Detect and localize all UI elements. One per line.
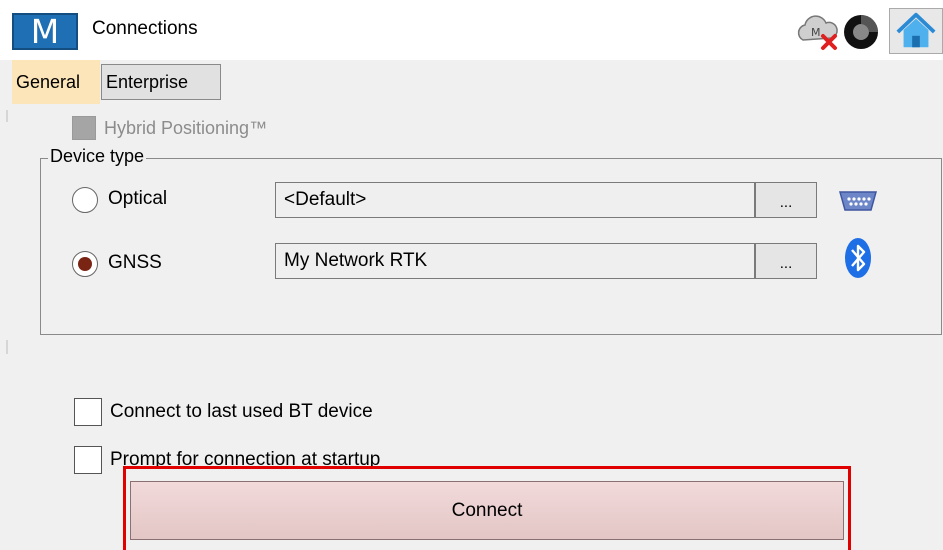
radio-optical-button[interactable] <box>72 187 98 213</box>
prompt-startup-checkbox[interactable] <box>74 446 102 474</box>
tab-enterprise[interactable]: Enterprise <box>101 64 221 100</box>
divider <box>6 110 8 122</box>
connect-button[interactable]: Connect <box>130 481 844 540</box>
hybrid-positioning-label: Hybrid Positioning™ <box>104 118 268 138</box>
title-bar: M Connections M <box>0 0 943 60</box>
serial-port-icon <box>839 191 877 211</box>
optical-browse-button[interactable]: ... <box>755 182 817 218</box>
connect-last-bt-label: Connect to last used BT device <box>110 401 373 422</box>
gnss-browse-button[interactable]: ... <box>755 243 817 279</box>
divider <box>6 340 8 354</box>
radio-optical-label: Optical <box>108 188 168 209</box>
hybrid-checkbox-box <box>72 116 96 140</box>
home-icon <box>896 12 936 48</box>
radio-gnss[interactable]: GNSS <box>72 248 272 280</box>
connect-last-bt-checkbox[interactable] <box>74 398 102 426</box>
page-title: Connections <box>92 18 198 39</box>
tab-general[interactable]: General <box>12 60 100 104</box>
app-menu-button[interactable]: M <box>12 13 78 50</box>
radio-optical[interactable]: Optical <box>72 184 272 216</box>
home-button[interactable] <box>889 8 943 54</box>
cloud-badge-text: M <box>811 26 821 39</box>
hybrid-positioning-checkbox: Hybrid Positioning™ <box>72 116 267 140</box>
radio-gnss-label: GNSS <box>108 252 162 273</box>
status-icons: M <box>793 8 943 54</box>
cloud-disconnected-icon[interactable]: M <box>793 12 843 52</box>
sync-status-icon[interactable] <box>841 12 881 52</box>
device-type-legend: Device type <box>48 146 147 167</box>
optical-device-field[interactable]: <Default> <box>275 182 755 218</box>
bluetooth-icon <box>845 238 871 278</box>
gnss-device-field[interactable]: My Network RTK <box>275 243 755 279</box>
radio-gnss-button[interactable] <box>72 251 98 277</box>
